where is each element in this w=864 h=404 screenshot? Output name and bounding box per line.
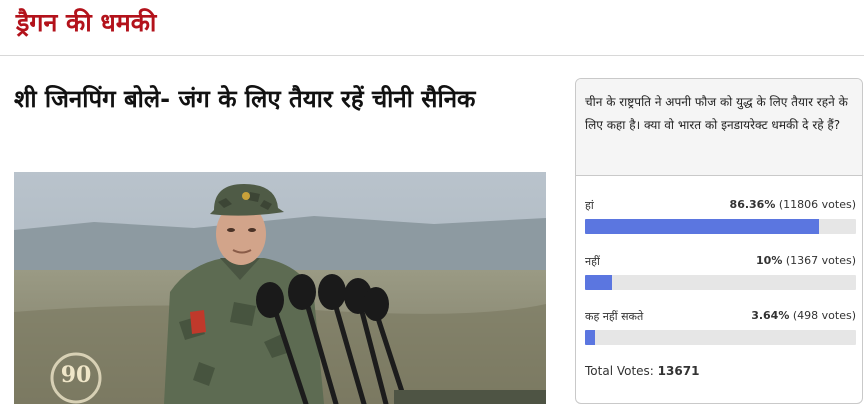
poll-total-label: Total Votes:: [585, 364, 654, 378]
photo-watermark-badge: 90: [60, 362, 92, 388]
poll-option-stats: 3.64% (498 votes): [751, 309, 856, 322]
poll-question-box: चीन के राष्ट्रपति ने अपनी फौज को युद्ध क…: [576, 79, 862, 176]
poll-option-stats: 10% (1367 votes): [756, 254, 856, 267]
poll-option-votes: (498 votes): [792, 309, 856, 322]
poll-question: चीन के राष्ट्रपति ने अपनी फौज को युद्ध क…: [585, 95, 848, 132]
poll-option-percent: 10%: [756, 254, 783, 267]
poll-option-label: कह नहीं सकते: [585, 310, 644, 323]
poll-option-label: नहीं: [585, 255, 600, 268]
section-title[interactable]: ड्रैगन की धमकी: [16, 6, 156, 40]
poll-option-votes: (11806 votes): [778, 198, 856, 211]
poll-result-fill: [585, 275, 613, 290]
poll-result-bar: [585, 275, 856, 290]
poll-result-bar: [585, 330, 856, 345]
poll-option-stats: 86.36% (11806 votes): [730, 198, 856, 211]
poll-option-votes: (1367 votes): [785, 254, 856, 267]
poll-total-votes: Total Votes: 13671: [585, 364, 699, 378]
poll-option-percent: 3.64%: [751, 309, 790, 322]
article-headline[interactable]: शी जिनपिंग बोले- जंग के लिए तैयार रहें च…: [14, 80, 544, 118]
poll-result-fill: [585, 219, 820, 234]
poll-option-percent: 86.36%: [729, 198, 776, 211]
poll-widget: चीन के राष्ट्रपति ने अपनी फौज को युद्ध क…: [575, 78, 863, 404]
poll-total-value: 13671: [657, 364, 700, 378]
poll-option-label: हां: [585, 199, 594, 212]
poll-result-fill: [585, 330, 595, 345]
article-photo[interactable]: 90: [14, 172, 546, 404]
section-header: ड्रैगन की धमकी: [0, 0, 864, 56]
poll-result-bar: [585, 219, 856, 234]
